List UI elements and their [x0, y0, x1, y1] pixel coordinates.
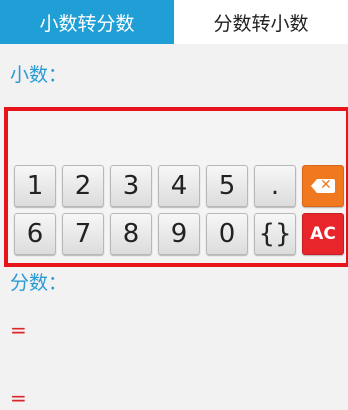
keypad-panel: 1 2 3 4 5 . ✕ 6 7 8 9 0 {} AC	[4, 107, 348, 267]
key-9[interactable]: 9	[158, 213, 200, 255]
decimal-label: 小数：	[10, 64, 68, 86]
key-0[interactable]: 0	[206, 213, 248, 255]
backspace-icon: ✕	[311, 177, 335, 193]
tab-decimal-to-fraction[interactable]: 小数转分数	[0, 0, 174, 44]
decimal-input-display[interactable]	[12, 115, 342, 159]
clear-button[interactable]: AC	[302, 213, 344, 255]
fraction-label: 分数：	[10, 272, 68, 294]
key-repeat-braces[interactable]: {}	[254, 213, 296, 255]
key-5[interactable]: 5	[206, 165, 248, 207]
result-equals-1: =	[10, 318, 27, 342]
key-1[interactable]: 1	[14, 165, 56, 207]
key-2[interactable]: 2	[62, 165, 104, 207]
result-equals-2: =	[10, 386, 27, 410]
key-6[interactable]: 6	[14, 213, 56, 255]
key-decimal-point[interactable]: .	[254, 165, 296, 207]
key-4[interactable]: 4	[158, 165, 200, 207]
tab-bar: 小数转分数 分数转小数	[0, 0, 348, 44]
tab-fraction-to-decimal[interactable]: 分数转小数	[174, 0, 348, 44]
key-7[interactable]: 7	[62, 213, 104, 255]
key-3[interactable]: 3	[110, 165, 152, 207]
backspace-button[interactable]: ✕	[302, 165, 344, 207]
key-8[interactable]: 8	[110, 213, 152, 255]
